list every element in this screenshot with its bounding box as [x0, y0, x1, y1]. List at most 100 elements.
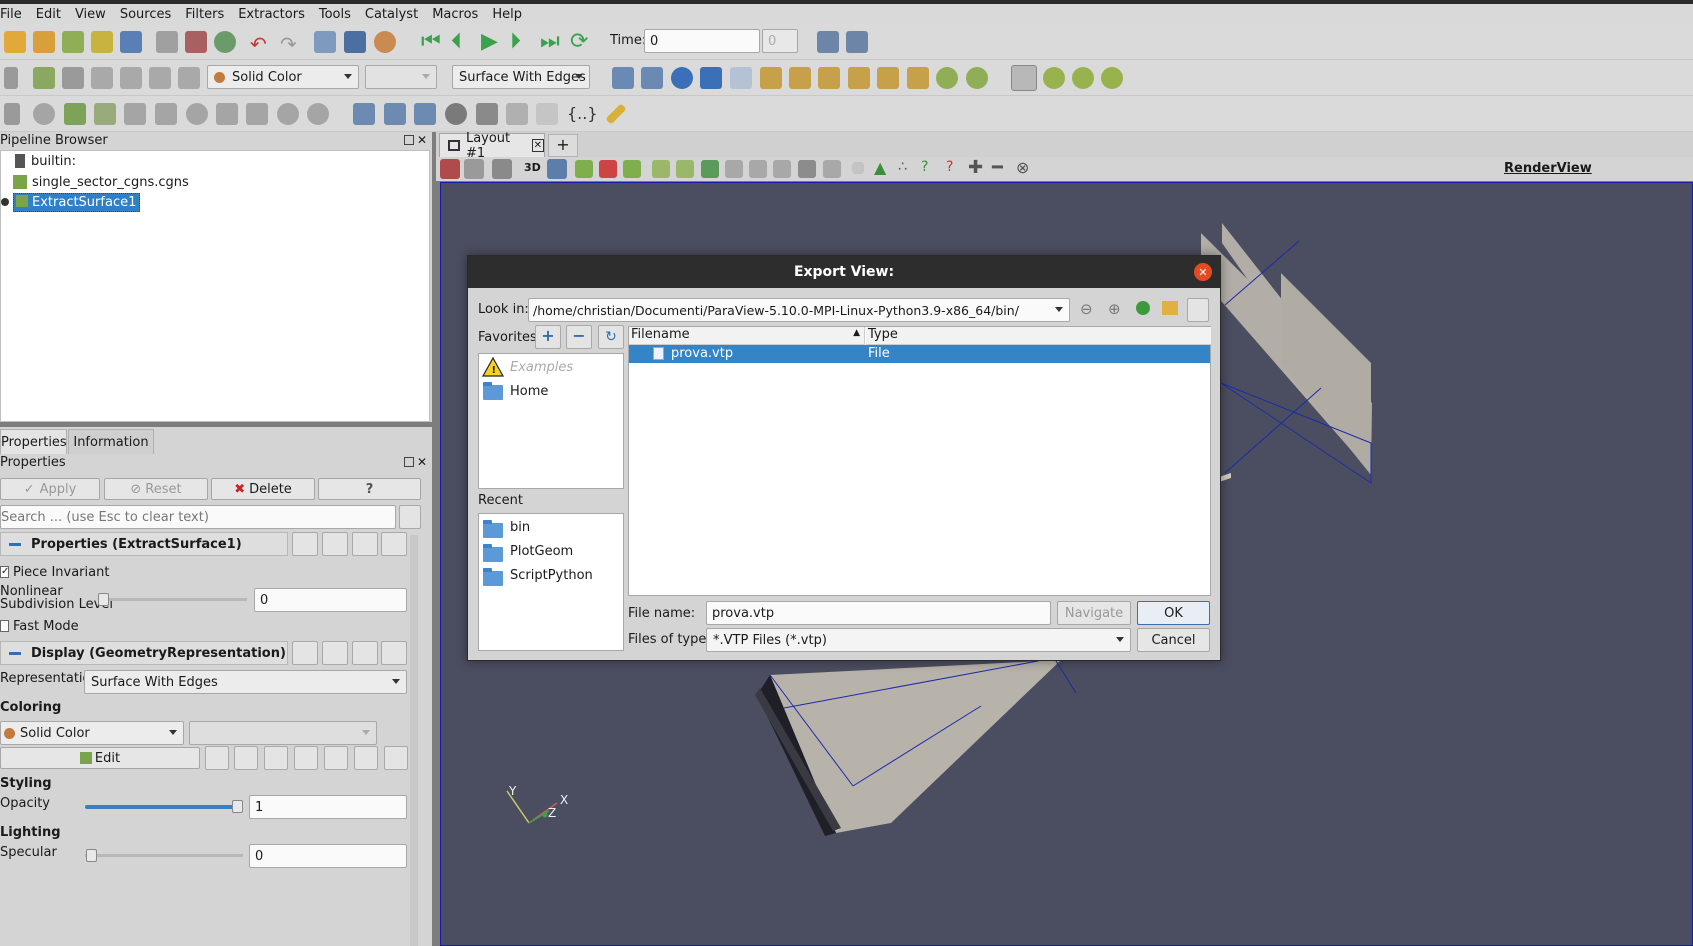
- save-data-icon[interactable]: [62, 31, 84, 53]
- opacity-field[interactable]: 1: [249, 795, 407, 819]
- remove-favorite-icon[interactable]: −: [566, 325, 592, 349]
- zoom-in-icon[interactable]: ✚: [968, 157, 983, 178]
- color-legend-icon[interactable]: [205, 746, 229, 770]
- close-layout-icon[interactable]: ✕: [531, 139, 544, 152]
- glyph-icon[interactable]: [186, 103, 208, 125]
- disconnect-icon[interactable]: [120, 31, 142, 53]
- select-grid-icon[interactable]: [773, 160, 791, 178]
- reset-center-icon[interactable]: [1043, 67, 1065, 89]
- save-display-icon[interactable]: [381, 641, 407, 665]
- clear-selection-icon[interactable]: [798, 160, 816, 178]
- add-layout-button[interactable]: +: [548, 134, 578, 157]
- split-horizontal-icon[interactable]: [440, 159, 460, 179]
- menu-file[interactable]: File: [0, 7, 29, 22]
- representation-combo[interactable]: Surface With Edges: [452, 65, 590, 89]
- color-map-editor-icon[interactable]: [62, 67, 84, 89]
- rescale-temporal-range-icon[interactable]: [294, 746, 318, 770]
- last-frame-icon[interactable]: ⏭: [540, 29, 560, 54]
- mesh-icon[interactable]: [536, 103, 558, 125]
- rescale-custom-range-icon[interactable]: [264, 746, 288, 770]
- dialog-settings-icon[interactable]: [1187, 298, 1209, 322]
- ok-button[interactable]: OK: [1137, 601, 1210, 625]
- recent-plotgeom[interactable]: PlotGeom: [510, 544, 573, 559]
- view-plus-x-icon[interactable]: [760, 67, 782, 89]
- coloring-component-select[interactable]: [189, 721, 377, 745]
- interactive-select-icon[interactable]: [676, 160, 694, 178]
- view-plus-y-icon[interactable]: [818, 67, 840, 89]
- previous-frame-icon[interactable]: ⏴: [451, 29, 462, 54]
- find-data-icon[interactable]: [817, 31, 839, 53]
- select-cells-icon[interactable]: [575, 160, 593, 178]
- file-name-input[interactable]: prova.vtp: [706, 601, 1051, 625]
- specular-field[interactable]: 0: [249, 844, 407, 868]
- coloring-combo[interactable]: Solid Color: [207, 65, 359, 89]
- menu-edit[interactable]: Edit: [29, 7, 68, 22]
- group-datasets-icon[interactable]: [277, 103, 299, 125]
- pick-center-icon[interactable]: [1072, 67, 1094, 89]
- select-points-polygon-icon[interactable]: [749, 160, 767, 178]
- menu-catalyst[interactable]: Catalyst: [358, 7, 425, 22]
- plot-over-line-icon[interactable]: [384, 103, 406, 125]
- rotation-center-icon[interactable]: [1101, 67, 1123, 89]
- fast-mode-checkbox[interactable]: [0, 620, 9, 632]
- specular-slider-handle[interactable]: [86, 849, 97, 862]
- paste-display-icon[interactable]: [322, 641, 348, 665]
- tab-information[interactable]: Information: [68, 429, 154, 454]
- zoom-box-icon[interactable]: [700, 67, 722, 89]
- rescale-temporal-icon[interactable]: [149, 67, 171, 89]
- view-minus-z-icon[interactable]: [907, 67, 929, 89]
- load-state-icon[interactable]: [33, 31, 55, 53]
- camera-redo-icon[interactable]: [344, 31, 366, 53]
- capture-icon[interactable]: [492, 159, 512, 179]
- stream-tracer-icon[interactable]: [216, 103, 238, 125]
- view-plus-z-icon[interactable]: [877, 67, 899, 89]
- toggle-visibility-icon[interactable]: [4, 67, 18, 89]
- section-display[interactable]: Display (GeometryRepresentation): [0, 641, 288, 665]
- favorite-home[interactable]: Home: [510, 384, 548, 399]
- reset-camera-icon[interactable]: [612, 67, 634, 89]
- refresh-favorites-icon[interactable]: ↻: [598, 325, 624, 349]
- navigate-button[interactable]: Navigate: [1057, 601, 1131, 625]
- python-script-icon[interactable]: {..}: [567, 104, 598, 123]
- new-folder-icon[interactable]: [1162, 301, 1178, 315]
- rescale-visible-range-icon[interactable]: [324, 746, 348, 770]
- menu-view[interactable]: View: [68, 7, 113, 22]
- favorite-examples[interactable]: Examples: [510, 360, 573, 375]
- copy-parameters-icon[interactable]: [292, 532, 318, 556]
- float-panel-icon[interactable]: [404, 135, 414, 145]
- search-input[interactable]: Search ... (use Esc to clear text): [0, 505, 396, 529]
- recent-scriptpython[interactable]: ScriptPython: [510, 568, 593, 583]
- reset-session-icon[interactable]: [214, 31, 236, 53]
- cell-data-icon[interactable]: [506, 103, 528, 125]
- histogram-icon[interactable]: [414, 103, 436, 125]
- grow-selection-icon[interactable]: [823, 160, 841, 178]
- extract-level-icon[interactable]: [307, 103, 329, 125]
- menu-extractors[interactable]: Extractors: [231, 7, 312, 22]
- close-panel-icon[interactable]: ✕: [417, 133, 427, 147]
- column-filename[interactable]: Filename ▲: [629, 327, 865, 345]
- query-icon[interactable]: [846, 31, 868, 53]
- piece-invariant-checkbox[interactable]: ✓: [0, 566, 9, 578]
- help-button[interactable]: ?: [318, 478, 421, 500]
- hover-points-icon[interactable]: [701, 160, 719, 178]
- tree-row-builtin[interactable]: builtin:: [15, 151, 76, 171]
- view-3d-toggle[interactable]: 3D: [524, 161, 541, 174]
- back-icon[interactable]: ⊖: [1080, 300, 1093, 318]
- clear-icon[interactable]: ⊗: [1016, 158, 1029, 177]
- triangle-icon[interactable]: ▲: [874, 158, 886, 177]
- tab-properties[interactable]: Properties: [0, 429, 67, 454]
- close-properties-icon[interactable]: ✕: [417, 455, 427, 469]
- menu-help[interactable]: Help: [485, 7, 529, 22]
- color-palette-icon[interactable]: [374, 31, 396, 53]
- first-frame-icon[interactable]: ⏮: [421, 29, 441, 54]
- file-row[interactable]: prova.vtp File: [629, 345, 1210, 363]
- nonlinear-field[interactable]: 0: [254, 588, 407, 612]
- save-preset-icon[interactable]: [384, 746, 408, 770]
- time-field[interactable]: 0: [644, 29, 760, 53]
- menu-sources[interactable]: Sources: [113, 7, 178, 22]
- plot-selection-icon[interactable]: [476, 103, 498, 125]
- select-frustum-icon[interactable]: [623, 160, 641, 178]
- edge-icon[interactable]: ∴: [898, 159, 907, 175]
- opacity-slider-handle[interactable]: [232, 800, 243, 813]
- save-defaults-icon[interactable]: [381, 532, 407, 556]
